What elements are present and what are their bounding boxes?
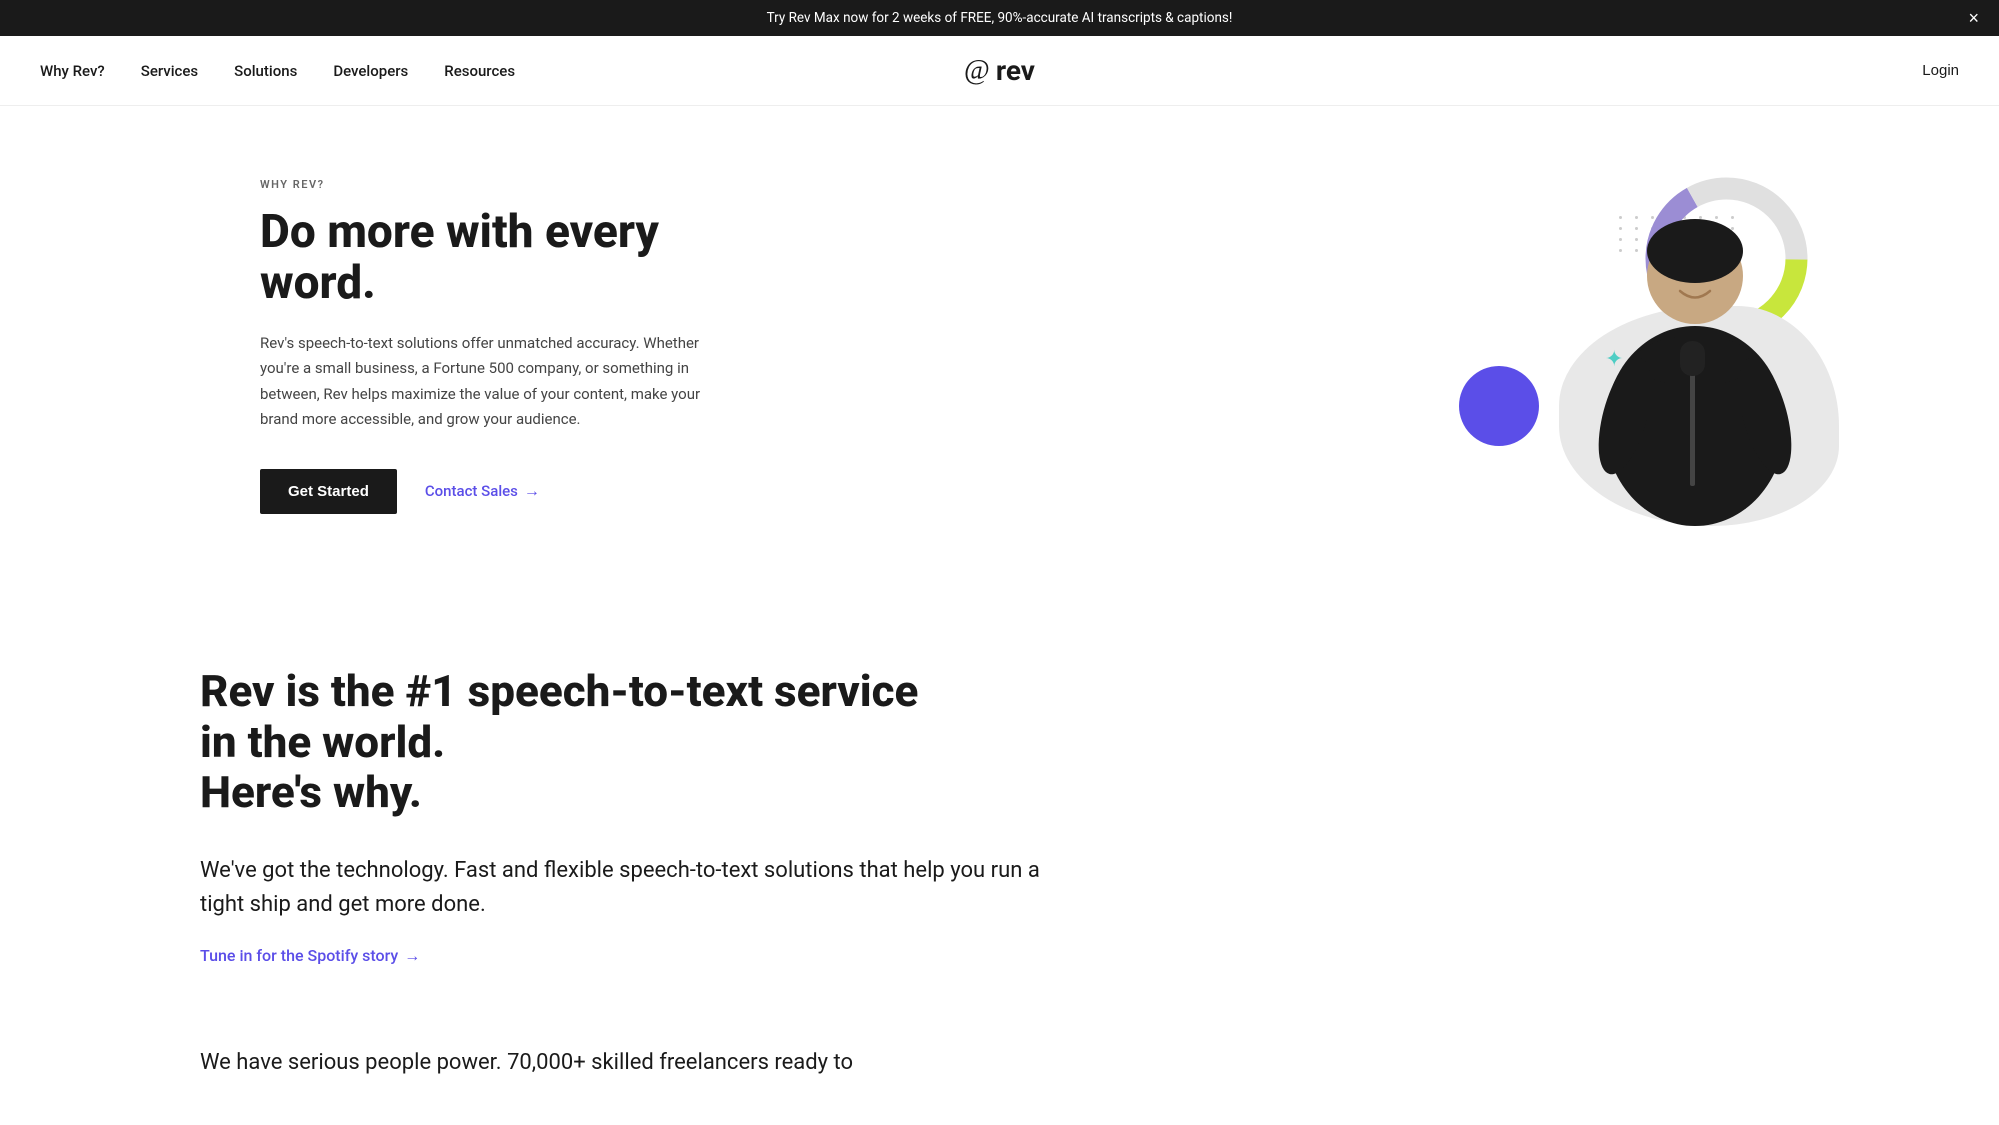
main-nav: Why Rev? Services Solutions Developers R…	[0, 36, 1999, 106]
nav-solutions[interactable]: Solutions	[234, 62, 297, 80]
contact-sales-link[interactable]: Contact Sales →	[425, 481, 540, 501]
logo[interactable]: @ rev	[964, 54, 1035, 87]
partial-section: We have serious people power. 70,000+ sk…	[0, 1026, 1999, 1080]
logo-at-symbol: @	[964, 55, 990, 87]
nav-developers[interactable]: Developers	[333, 62, 408, 80]
why-rev-heading: Rev is the #1 speech-to-text service in …	[200, 666, 960, 818]
hero-actions: Get Started Contact Sales →	[260, 469, 740, 514]
login-button[interactable]: Login	[1922, 62, 1959, 79]
hero-section: WHY REV? Do more with every word. Rev's …	[0, 106, 1999, 586]
svg-text:✦: ✦	[1605, 347, 1623, 372]
nav-left: Why Rev? Services Solutions Developers R…	[40, 62, 515, 80]
nav-resources[interactable]: Resources	[444, 62, 515, 80]
why-rev-section: Rev is the #1 speech-to-text service in …	[0, 586, 1999, 1026]
announcement-bar: Try Rev Max now for 2 weeks of FREE, 90%…	[0, 0, 1999, 36]
arrow-icon: →	[524, 481, 540, 501]
hero-eyebrow: WHY REV?	[260, 178, 740, 191]
person-illustration: ✦	[1580, 186, 1810, 526]
nav-right: Login	[1922, 62, 1959, 79]
logo-text: rev	[996, 54, 1035, 87]
partial-text: We have serious people power. 70,000+ sk…	[200, 1046, 1799, 1080]
spotify-story-link[interactable]: Tune in for the Spotify story →	[200, 946, 420, 966]
spotify-link-label: Tune in for the Spotify story	[200, 946, 398, 965]
hero-title: Do more with every word.	[260, 207, 740, 308]
announcement-text: Try Rev Max now for 2 weeks of FREE, 90%…	[767, 10, 1233, 26]
purple-circle-decoration	[1459, 366, 1539, 446]
hero-illustration: ✦	[1459, 166, 1839, 526]
hero-description: Rev's speech-to-text solutions offer unm…	[260, 331, 740, 433]
contact-sales-label: Contact Sales	[425, 482, 518, 500]
nav-services[interactable]: Services	[141, 62, 198, 80]
get-started-button[interactable]: Get Started	[260, 469, 397, 514]
why-rev-body: We've got the technology. Fast and flexi…	[200, 854, 1060, 922]
announcement-close-button[interactable]: ×	[1968, 9, 1979, 27]
spotify-link-arrow: →	[404, 946, 420, 966]
hero-content: WHY REV? Do more with every word. Rev's …	[260, 178, 740, 513]
person-svg: ✦	[1580, 186, 1810, 526]
nav-why-rev[interactable]: Why Rev?	[40, 62, 105, 80]
